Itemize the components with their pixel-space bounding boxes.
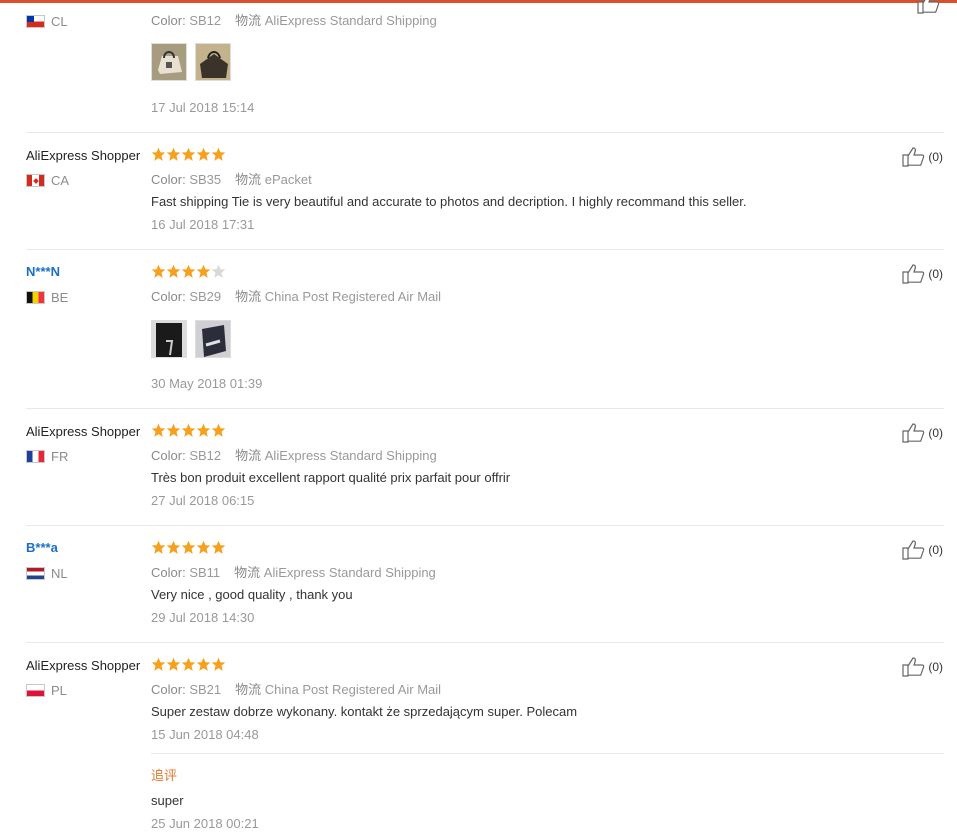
star-filled-icon bbox=[196, 657, 211, 671]
review-divider bbox=[26, 642, 944, 643]
review-text: Super zestaw dobrze wykonany. kontakt że… bbox=[151, 704, 578, 719]
review-photos bbox=[151, 43, 231, 81]
review-meta: Color: SB12 物流 AliExpress Standard Shippi… bbox=[151, 448, 437, 463]
thumbs-up-icon bbox=[902, 423, 925, 443]
review-date: 30 May 2018 01:39 bbox=[151, 376, 263, 391]
star-filled-icon bbox=[181, 423, 196, 437]
review-date: 17 Jul 2018 15:14 bbox=[151, 100, 255, 115]
star-filled-icon bbox=[166, 657, 181, 671]
followup-divider bbox=[151, 753, 944, 754]
reviewer-country: CA bbox=[26, 173, 69, 188]
reviewer-country: NL bbox=[26, 566, 68, 581]
like-count: (0) bbox=[928, 660, 943, 674]
star-filled-icon bbox=[151, 423, 166, 437]
flag-cl-icon bbox=[26, 15, 45, 28]
reviewer-name: AliExpress Shopper bbox=[26, 148, 141, 163]
flag-be-icon bbox=[26, 291, 45, 304]
top-accent-line bbox=[0, 0, 957, 3]
review-date: 29 Jul 2018 14:30 bbox=[151, 610, 255, 625]
thumbs-up-icon bbox=[902, 147, 925, 167]
review-divider bbox=[26, 132, 944, 133]
star-filled-icon bbox=[211, 657, 226, 671]
thumbs-up-icon bbox=[902, 657, 925, 677]
review-meta: Color: SB35 物流 ePacket bbox=[151, 172, 312, 187]
star-filled-icon bbox=[181, 264, 196, 278]
review-meta: Color: SB21 物流 China Post Registered Air … bbox=[151, 682, 442, 697]
star-filled-icon bbox=[196, 423, 211, 437]
rating-stars bbox=[151, 423, 226, 438]
like-button[interactable]: (0) bbox=[902, 147, 943, 167]
star-filled-icon bbox=[166, 264, 181, 278]
review-meta: Color: SB11 物流 AliExpress Standard Shippi… bbox=[151, 565, 436, 580]
like-button[interactable]: (0) bbox=[902, 264, 943, 284]
star-filled-icon bbox=[196, 147, 211, 161]
like-button[interactable]: (0) bbox=[902, 423, 943, 443]
rating-stars bbox=[151, 540, 226, 555]
like-count: (0) bbox=[928, 426, 943, 440]
star-filled-icon bbox=[181, 540, 196, 554]
star-filled-icon bbox=[181, 147, 196, 161]
flag-ca-icon bbox=[26, 174, 45, 187]
review-meta: Color: SB12 物流 AliExpress Standard Shippi… bbox=[151, 13, 437, 28]
star-filled-icon bbox=[166, 423, 181, 437]
reviewer-name[interactable]: N***N bbox=[26, 264, 60, 279]
star-filled-icon bbox=[196, 540, 211, 554]
star-filled-icon bbox=[211, 540, 226, 554]
review-text: Fast shipping Tie is very beautiful and … bbox=[151, 194, 747, 209]
review-text: Très bon produit excellent rapport quali… bbox=[151, 470, 511, 485]
review-photo-thumbnail[interactable] bbox=[151, 320, 187, 358]
like-button[interactable] bbox=[917, 0, 943, 14]
star-filled-icon bbox=[166, 540, 181, 554]
review-text: Very nice , good quality , thank you bbox=[151, 587, 353, 602]
rating-stars bbox=[151, 657, 226, 672]
like-button[interactable]: (0) bbox=[902, 657, 943, 677]
like-count: (0) bbox=[928, 267, 943, 281]
star-filled-icon bbox=[181, 657, 196, 671]
star-filled-icon bbox=[211, 423, 226, 437]
reviewer-country: CL bbox=[26, 14, 68, 29]
reviewer-name: AliExpress Shopper bbox=[26, 658, 141, 673]
review-photo-thumbnail[interactable] bbox=[151, 43, 187, 81]
reviewer-country: FR bbox=[26, 449, 68, 464]
flag-pl-icon bbox=[26, 684, 45, 697]
flag-fr-icon bbox=[26, 450, 45, 463]
thumbs-up-icon bbox=[902, 540, 925, 560]
review-photo-thumbnail[interactable] bbox=[195, 320, 231, 358]
star-filled-icon bbox=[151, 540, 166, 554]
like-button[interactable]: (0) bbox=[902, 540, 943, 560]
reviewer-name: AliExpress Shopper bbox=[26, 424, 141, 439]
review-date: 27 Jul 2018 06:15 bbox=[151, 493, 255, 508]
review-photos bbox=[151, 320, 231, 358]
review-divider bbox=[26, 525, 944, 526]
like-count: (0) bbox=[928, 543, 943, 557]
review-divider bbox=[26, 249, 944, 250]
reviewer-country: PL bbox=[26, 683, 67, 698]
reviewer-name[interactable]: B***a bbox=[26, 540, 58, 555]
review-photo-thumbnail[interactable] bbox=[195, 43, 231, 81]
review-divider bbox=[26, 408, 944, 409]
followup-text: super bbox=[151, 793, 184, 808]
star-filled-icon bbox=[151, 147, 166, 161]
reviewer-country: BE bbox=[26, 290, 68, 305]
star-filled-icon bbox=[151, 657, 166, 671]
star-filled-icon bbox=[211, 147, 226, 161]
review-date: 15 Jun 2018 04:48 bbox=[151, 727, 259, 742]
like-count: (0) bbox=[928, 150, 943, 164]
followup-date: 25 Jun 2018 00:21 bbox=[151, 816, 259, 831]
star-filled-icon bbox=[196, 264, 211, 278]
star-empty-icon bbox=[211, 264, 226, 278]
rating-stars bbox=[151, 147, 226, 162]
flag-nl-icon bbox=[26, 567, 45, 580]
rating-stars bbox=[151, 264, 226, 279]
star-filled-icon bbox=[166, 147, 181, 161]
thumbs-up-icon bbox=[917, 0, 940, 14]
review-date: 16 Jul 2018 17:31 bbox=[151, 217, 255, 232]
review-meta: Color: SB29 物流 China Post Registered Air … bbox=[151, 289, 442, 304]
thumbs-up-icon bbox=[902, 264, 925, 284]
star-filled-icon bbox=[151, 264, 166, 278]
followup-label: 追评 bbox=[151, 768, 178, 783]
